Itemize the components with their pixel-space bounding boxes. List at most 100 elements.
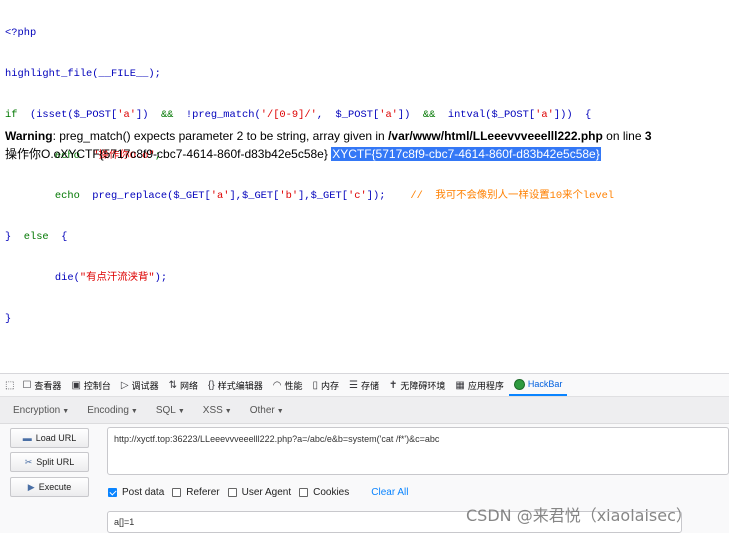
- devtools-tabbar: ⬚ ☐ 查看器 ▣ 控制台 ▷ 调试器 ⇅ 网络 {} 样式编辑器 ◠ 性能 ▯ 内存 ☰ 存储…: [0, 374, 729, 397]
- code-token: intval($_POST[: [447, 108, 536, 121]
- code-line-3: if (isset($_POST['a']) && !preg_match('/…: [5, 109, 614, 123]
- menu-label: SQL: [155, 404, 176, 416]
- code-string: '/[0-9]/': [260, 108, 317, 121]
- code-comment: // 我可不会像别人一样设置10来个level: [385, 190, 615, 203]
- menu-other[interactable]: Other ▼: [237, 405, 289, 416]
- menu-encryption[interactable]: Encryption ▼: [0, 405, 74, 416]
- cookies-checkbox[interactable]: Cookies: [299, 487, 349, 498]
- tab-label: 存储: [360, 380, 379, 391]
- tab-storage[interactable]: ☰ 存储: [344, 374, 384, 396]
- checkbox-icon: [299, 488, 309, 497]
- tab-label: 网络: [180, 380, 199, 391]
- tab-label: 应用程序: [467, 380, 504, 391]
- warning-text: : preg_match() expects parameter 2 to be…: [52, 129, 389, 143]
- code-string: 'c': [348, 190, 367, 203]
- php-result: 操作你O.oXYCTF{5717c8f9-cbc7-4614-860f-d83b…: [5, 145, 601, 162]
- option-label: User Agent: [241, 487, 292, 498]
- code-token: die(: [5, 271, 80, 284]
- button-label: Load URL: [35, 433, 77, 443]
- user-agent-checkbox[interactable]: User Agent: [227, 487, 292, 498]
- code-line-5: echo preg_replace($_GET['a'],$_GET['b'],…: [5, 190, 614, 204]
- tab-hackbar[interactable]: HackBar: [508, 374, 568, 396]
- code-token: !preg_match(: [185, 108, 261, 121]
- hackbar-menubar: Encryption ▼ Encoding ▼ SQL ▼ XSS ▼ Other ▼: [0, 397, 729, 424]
- execute-button[interactable]: ▶ Execute: [10, 477, 89, 497]
- tab-network[interactable]: ⇅ 网络: [164, 374, 203, 396]
- tab-performance[interactable]: ◠ 性能: [268, 374, 308, 396]
- chevron-down-icon: ▼: [130, 407, 138, 415]
- debugger-icon: ▷: [120, 379, 129, 391]
- code-token: ]): [135, 108, 149, 121]
- tab-label: 无障碍环境: [400, 380, 446, 391]
- chevron-down-icon: ▼: [276, 407, 284, 415]
- braces-icon: {}: [208, 379, 215, 391]
- code-token: ])) {: [553, 108, 592, 121]
- warning-label: Warning: [5, 129, 53, 143]
- checkbox-icon: [227, 488, 237, 497]
- menu-label: Other: [249, 404, 275, 416]
- code-token: $_POST[: [73, 108, 118, 121]
- tab-label: 样式编辑器: [217, 380, 263, 391]
- kw-else: else: [23, 231, 49, 244]
- code-token: ],$_GET[: [298, 190, 348, 203]
- code-string: 'a': [535, 108, 554, 121]
- tab-inspector[interactable]: ☐ 查看器: [17, 374, 66, 396]
- menu-xss[interactable]: XSS ▼: [190, 405, 237, 416]
- tab-label: 控制台: [83, 380, 111, 391]
- selected-flag[interactable]: XYCTF{5717c8f9-cbc7-4614-860f-d83b42e5c5…: [331, 147, 601, 161]
- code-string: 'a': [117, 108, 136, 121]
- console-icon: ▣: [71, 379, 81, 391]
- tab-console[interactable]: ▣ 控制台: [66, 374, 115, 396]
- post-data-checkbox[interactable]: Post data: [108, 487, 164, 498]
- referer-checkbox[interactable]: Referer: [172, 487, 220, 498]
- tab-application[interactable]: ▦ 应用程序: [450, 374, 508, 396]
- code-token: ]);: [366, 190, 386, 203]
- load-url-button[interactable]: ▬ Load URL: [10, 428, 89, 448]
- tab-label: 内存: [321, 380, 340, 391]
- option-label: Post data: [122, 487, 165, 498]
- checkbox-icon: [172, 488, 182, 497]
- menu-label: XSS: [202, 404, 223, 416]
- menu-sql[interactable]: SQL ▼: [143, 405, 190, 416]
- pick-element-icon[interactable]: ⬚: [0, 374, 17, 396]
- code-token: , $_POST[: [316, 108, 380, 121]
- code-op: &&: [148, 108, 186, 121]
- tab-accessibility[interactable]: ✝ 无障碍环境: [384, 374, 450, 396]
- button-label: Split URL: [36, 457, 75, 467]
- code-token: (isset(: [17, 108, 74, 121]
- play-icon: ▶: [27, 481, 35, 492]
- tab-memory[interactable]: ▯ 内存: [307, 374, 344, 396]
- code-token: {: [48, 231, 68, 244]
- code-op: &&: [410, 108, 448, 121]
- warning-path: /var/www/html/LLeeevvveeelll222.php: [388, 129, 603, 143]
- code-string: 'b': [279, 190, 299, 203]
- code-string: 'a': [210, 190, 230, 203]
- watermark: CSDN @来君悦（xiaolaisec）: [466, 506, 692, 525]
- clear-all-link[interactable]: Clear All: [371, 487, 408, 498]
- chevron-down-icon: ▼: [224, 407, 232, 415]
- kw-echo: echo: [5, 190, 93, 203]
- menu-label: Encryption: [13, 404, 61, 416]
- result-text: 操作你O.oXYCTF{5717c8f9-cbc7-4614-860f-d83b…: [5, 147, 332, 161]
- tab-label: 调试器: [131, 380, 159, 391]
- code-string: 'a': [379, 108, 398, 121]
- inspector-icon: ☐: [22, 379, 32, 391]
- code-line-7: die("有点汗流浃背");: [5, 272, 614, 286]
- menu-encoding[interactable]: Encoding ▼: [74, 405, 143, 416]
- menu-label: Encoding: [87, 404, 129, 416]
- network-icon: ⇅: [168, 379, 178, 391]
- split-icon: ✂: [24, 456, 33, 467]
- url-textarea[interactable]: http://xyctf.top:36223/LLeeevvveeelll222…: [107, 427, 729, 475]
- storage-icon: ☰: [349, 379, 358, 391]
- load-icon: ▬: [22, 433, 32, 443]
- split-url-button[interactable]: ✂ Split URL: [10, 452, 89, 472]
- kw-if: if: [5, 108, 18, 121]
- tab-debugger[interactable]: ▷ 调试器: [116, 374, 164, 396]
- tab-style-editor[interactable]: {} 样式编辑器: [203, 374, 268, 396]
- chevron-down-icon: ▼: [177, 407, 185, 415]
- code-line-2: highlight_file(__FILE__);: [5, 67, 161, 80]
- code-token: ],$_GET[: [229, 190, 280, 203]
- memory-icon: ▯: [312, 379, 318, 391]
- application-icon: ▦: [455, 379, 465, 391]
- tab-label: HackBar: [527, 379, 563, 389]
